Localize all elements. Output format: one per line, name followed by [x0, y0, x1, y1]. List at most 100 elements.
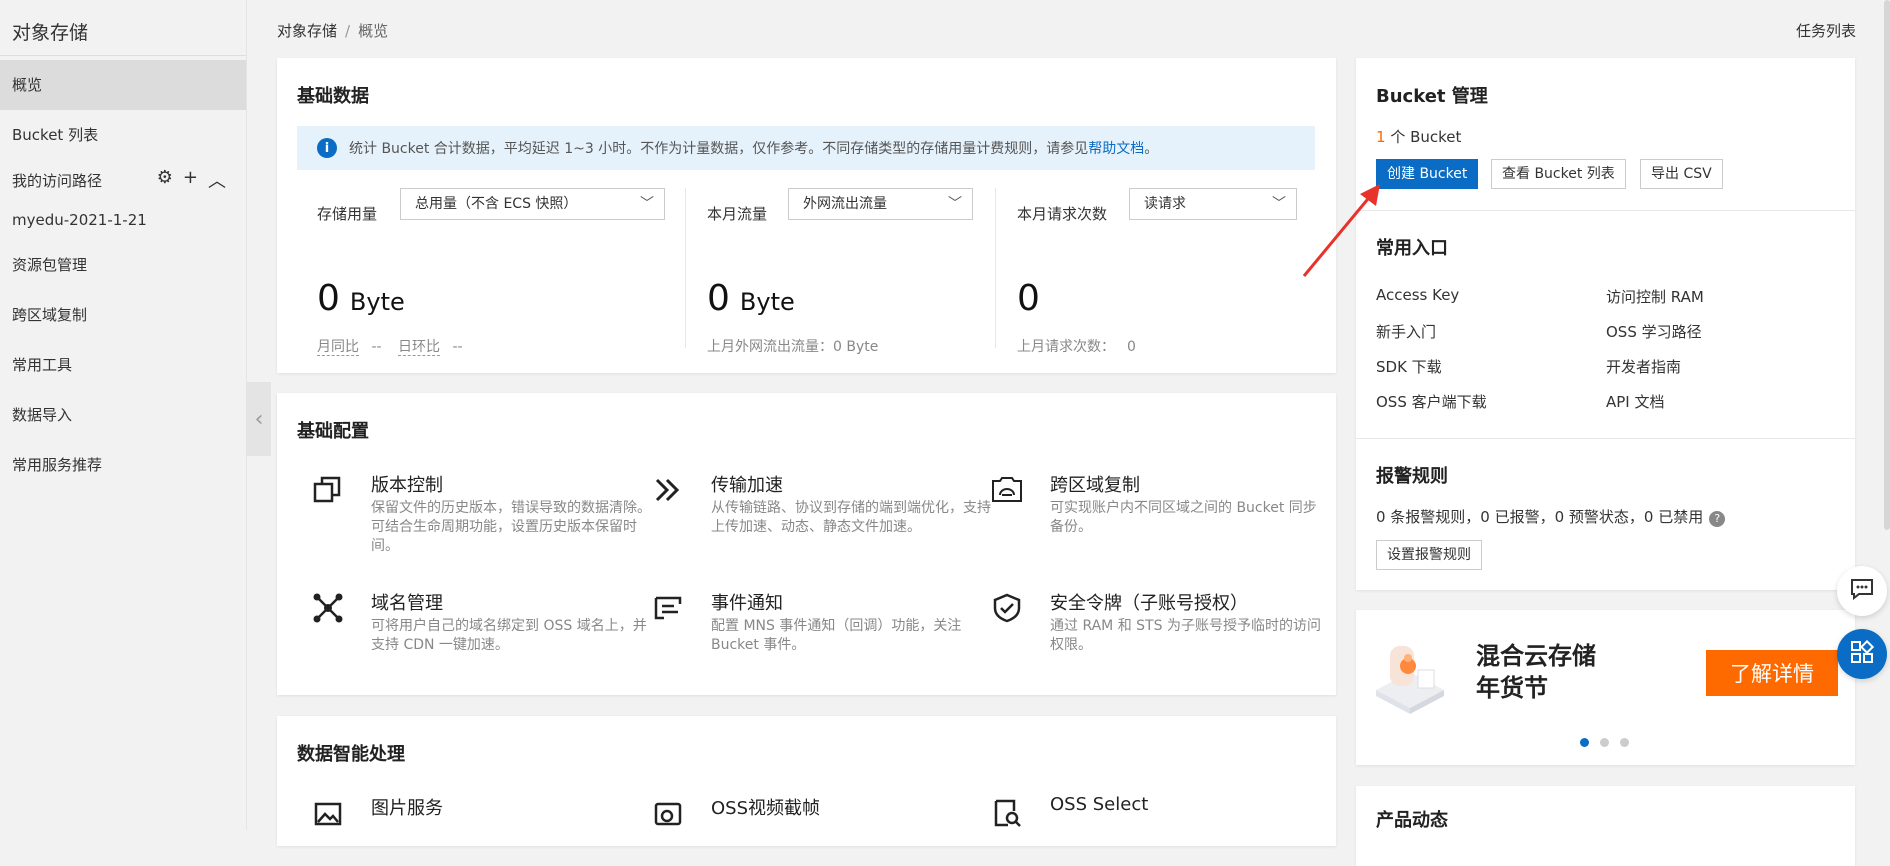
sidebar-item-cross-region[interactable]: 跨区域复制 [0, 290, 246, 340]
plus-icon[interactable]: + [183, 167, 198, 193]
link-client-download[interactable]: OSS 客户端下载 [1376, 391, 1487, 412]
breadcrumb-current: 概览 [358, 22, 389, 40]
traffic-value: 0 Byte [707, 278, 795, 319]
promo-illustration [1368, 630, 1452, 720]
feature-title: 版本控制 [371, 475, 443, 496]
requests-value: 0 [1017, 278, 1040, 319]
learn-more-button[interactable]: 了解详情 [1706, 650, 1838, 696]
traffic-unit: Byte [739, 288, 795, 316]
breadcrumb-root[interactable]: 对象存储 [277, 22, 337, 40]
traffic-last-month: 上月外网流出流量：0 Byte [707, 339, 879, 355]
bucket-count: 1 个 Bucket [1376, 126, 1461, 147]
view-bucket-list-button[interactable]: 查看 Bucket 列表 [1491, 159, 1626, 189]
storage-select-value: 总用量（不含 ECS 快照） [415, 196, 578, 212]
requests-last-month: 上月请求次数： 0 [1017, 336, 1136, 356]
feature-event-notification[interactable]: 事件通知 配置 MNS 事件通知（回调）功能，关注 Bucket 事件。 [651, 589, 961, 669]
annotation-arrow [1302, 184, 1380, 277]
carousel-dot[interactable] [1620, 738, 1629, 747]
requests-metric: 本月请求次数 读请求 ﹀ 0 上月请求次数： 0 [1017, 188, 1307, 355]
notice-end: 。 [1144, 141, 1159, 157]
set-alarm-button[interactable]: 设置报警规则 [1376, 540, 1482, 570]
dod-label: 日环比 [398, 339, 441, 356]
breadcrumb: 对象存储 / 概览 [277, 20, 388, 41]
link-sdk-download[interactable]: SDK 下载 [1376, 356, 1442, 377]
requests-select-value: 读请求 [1144, 196, 1186, 212]
feature-version-control[interactable]: 版本控制 保留文件的历史版本，错误导致的数据清除。可结合生命周期功能，设置历史版… [311, 471, 651, 561]
sidebar-item-tools[interactable]: 常用工具 [0, 340, 246, 390]
feature-video-snapshot[interactable]: OSS视频截帧 [651, 794, 951, 834]
storage-type-select[interactable]: 总用量（不含 ECS 快照） ﹀ [400, 188, 665, 220]
chevron-down-icon: ﹀ [1272, 196, 1286, 212]
sidebar-item-resource-packages[interactable]: 资源包管理 [0, 240, 246, 290]
traffic-number: 0 [707, 278, 730, 319]
feature-title: 图片服务 [371, 798, 443, 819]
sidebar-title: 对象存储 [0, 0, 246, 56]
topbar: 对象存储 / 概览 任务列表 [277, 0, 1890, 58]
link-learning-path[interactable]: OSS 学习路径 [1606, 321, 1702, 342]
requests-type-select[interactable]: 读请求 ﹀ [1129, 188, 1297, 220]
feature-oss-select[interactable]: OSS Select [990, 794, 1290, 834]
page-scrollbar[interactable] [1884, 0, 1890, 530]
sidebar-collapse-handle[interactable]: ‹ [247, 382, 271, 456]
carousel-dot[interactable] [1580, 738, 1589, 747]
bucket-mgmt-title: Bucket 管理 [1376, 86, 1488, 107]
feature-cross-region[interactable]: 跨区域复制 可实现账户内不同区域之间的 Bucket 同步备份。 [990, 471, 1317, 561]
copy-icon [311, 473, 345, 507]
notification-icon [651, 591, 685, 625]
storage-unit: Byte [349, 288, 405, 316]
requests-sub-label: 上月请求次数： [1017, 339, 1115, 355]
feature-title: 安全令牌（子账号授权） [1050, 593, 1248, 614]
alarm-summary-text: 0 条报警规则，0 已报警，0 预警状态，0 已禁用 [1376, 508, 1704, 526]
product-news-card: 产品动态 [1356, 786, 1855, 866]
right-panel-card: Bucket 管理 1 个 Bucket 创建 Bucket 查看 Bucket… [1356, 58, 1855, 590]
cloud-sync-icon [990, 473, 1024, 507]
link-api-docs[interactable]: API 文档 [1606, 391, 1665, 412]
link-getting-started[interactable]: 新手入门 [1376, 321, 1436, 342]
carousel-dot[interactable] [1600, 738, 1609, 747]
feature-security-token[interactable]: 安全令牌（子账号授权） 通过 RAM 和 STS 为子账号授予临时的访问权限。 [990, 589, 1321, 669]
sidebar-item-overview[interactable]: 概览 [0, 60, 246, 110]
storage-compare: 月同比 -- 日环比 -- [317, 336, 463, 356]
task-list-link[interactable]: 任务列表 [1796, 20, 1856, 41]
section-divider [1356, 210, 1855, 211]
chat-float-button[interactable] [1837, 566, 1887, 616]
link-access-key[interactable]: Access Key [1376, 286, 1459, 304]
help-icon[interactable]: ? [1709, 511, 1726, 527]
gear-icon[interactable]: ⚙ [157, 167, 173, 193]
link-ram[interactable]: 访问控制 RAM [1606, 286, 1704, 307]
promo-banner[interactable]: 混合云存储 年货节 了解详情 [1356, 610, 1855, 765]
feature-title: 域名管理 [371, 593, 443, 614]
metric-divider [995, 188, 996, 348]
storage-metric: 存储用量 总用量（不含 ECS 快照） ﹀ 0 Byte 月同比 -- 日环比 -… [317, 188, 665, 356]
sidebar-item-recommend[interactable]: 常用服务推荐 [0, 440, 246, 490]
traffic-metric: 本月流量 外网流出流量 ﹀ 0 Byte 上月外网流出流量：0 Byte [707, 188, 987, 355]
basic-config-title: 基础配置 [297, 421, 369, 442]
chat-icon [1850, 578, 1874, 604]
feature-desc: 通过 RAM 和 STS 为子账号授予临时的访问权限。 [1050, 618, 1321, 653]
apps-icon [1850, 639, 1875, 668]
traffic-type-select[interactable]: 外网流出流量 ﹀ [788, 188, 973, 220]
feature-transfer-acceleration[interactable]: 传输加速 从传输链路、协议到存储的端到端优化，支持上传加速、动态、静态文件加速。 [651, 471, 991, 561]
storage-value: 0 Byte [317, 278, 405, 319]
product-news-title: 产品动态 [1376, 810, 1448, 831]
feature-image-service[interactable]: 图片服务 [311, 794, 611, 834]
basic-config-card: 基础配置 版本控制 保留文件的历史版本，错误导致的数据清除。可结合生命周期功能，… [277, 393, 1336, 695]
search-doc-icon [990, 796, 1024, 830]
shield-check-icon [990, 591, 1024, 625]
feature-title: 跨区域复制 [1050, 475, 1140, 496]
sidebar-item-bucket-list[interactable]: Bucket 列表 [0, 110, 246, 160]
export-csv-button[interactable]: 导出 CSV [1640, 159, 1723, 189]
bucket-count-unit: 个 Bucket [1390, 128, 1462, 146]
feature-domain-management[interactable]: 域名管理 可将用户自己的域名绑定到 OSS 域名上，并支持 CDN 一键加速。 [311, 589, 647, 669]
feature-desc: 配置 MNS 事件通知（回调）功能，关注 Bucket 事件。 [711, 618, 962, 653]
requests-sub-value: 0 [1127, 339, 1136, 355]
apps-float-button[interactable] [1837, 629, 1887, 679]
sidebar-item-data-import[interactable]: 数据导入 [0, 390, 246, 440]
info-icon: i [317, 138, 337, 158]
data-processing-card: 数据智能处理 图片服务 OSS视频截帧 OSS Select [277, 716, 1336, 846]
sidebar-item-access-path[interactable]: myedu-2021-1-21 [0, 200, 246, 240]
link-developer-guide[interactable]: 开发者指南 [1606, 356, 1681, 377]
chevron-up-icon[interactable]: ︿ [208, 167, 226, 193]
storage-label: 存储用量 [317, 205, 378, 223]
help-doc-link[interactable]: 帮助文档 [1088, 138, 1144, 158]
